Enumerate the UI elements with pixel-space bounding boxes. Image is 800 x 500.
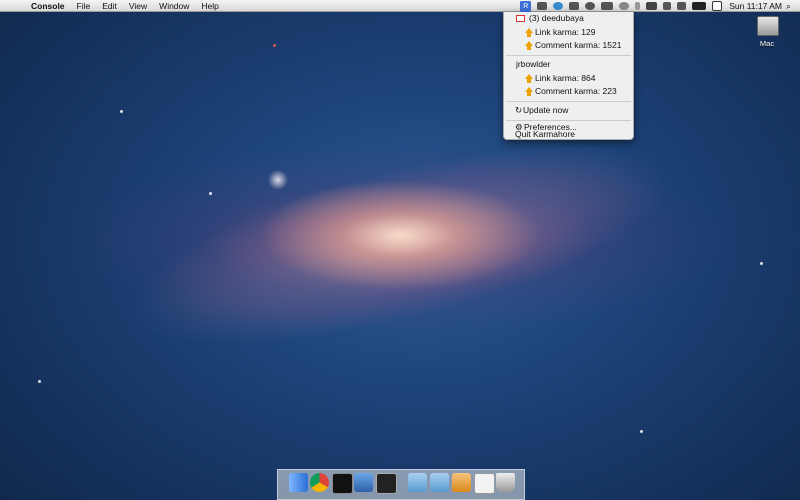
quit-label: Quit Karmahore xyxy=(515,129,575,139)
link-karma-value: Link karma: 129 xyxy=(535,27,596,37)
wallpaper-star xyxy=(760,262,763,265)
account-row-deedubaya[interactable]: (3) deedubaya xyxy=(504,13,633,24)
globe-icon[interactable] xyxy=(553,2,564,10)
hard-drive-label[interactable]: Mac xyxy=(752,39,782,48)
app-menu[interactable]: Console xyxy=(31,1,65,11)
spotlight-search-icon[interactable]: ⌕ xyxy=(786,1,796,12)
wallpaper-star xyxy=(120,110,123,113)
status-area: R Sun 11:17 AM ⌕ xyxy=(517,0,800,12)
menu-help[interactable]: Help xyxy=(201,1,218,11)
update-now-label: Update now xyxy=(523,105,569,115)
chrome-icon[interactable] xyxy=(310,473,329,492)
update-now-item[interactable]: ↻ Update now xyxy=(504,105,633,116)
account-row-jrbowlder[interactable]: jrbowlder xyxy=(504,59,633,70)
menu-separator xyxy=(506,55,631,56)
comment-karma-row[interactable]: Comment karma: 223 xyxy=(504,86,633,97)
trash-icon[interactable] xyxy=(496,473,515,492)
link-karma-row[interactable]: Link karma: 129 xyxy=(504,27,633,38)
terminal-icon[interactable] xyxy=(332,473,353,494)
menu-window[interactable]: Window xyxy=(159,1,189,11)
mail-icon xyxy=(516,15,525,22)
downloads-folder-icon[interactable] xyxy=(430,473,449,492)
keyboard-icon[interactable] xyxy=(677,2,687,10)
bluetooth-icon[interactable] xyxy=(635,2,641,10)
refresh-icon: ↻ xyxy=(515,105,523,115)
karmahore-status-icon[interactable]: R xyxy=(520,0,532,12)
karmahore-menu: (3) deedubaya Link karma: 129 Comment ka… xyxy=(503,12,634,140)
menubar: Console File Edit View Window Help R Sun… xyxy=(0,0,800,12)
quit-item[interactable]: Quit Karmahore xyxy=(504,129,633,139)
karmahore-icon[interactable] xyxy=(452,473,471,492)
volume-icon[interactable] xyxy=(663,2,672,10)
wallpaper-star xyxy=(38,380,41,383)
battery-icon[interactable] xyxy=(692,2,707,10)
wifi-icon[interactable] xyxy=(646,2,658,10)
wallpaper-star xyxy=(273,44,276,47)
link-karma-value: Link karma: 864 xyxy=(535,73,596,83)
copy-icon[interactable] xyxy=(569,2,580,10)
time-machine-icon[interactable] xyxy=(619,2,630,10)
comment-karma-value: Comment karma: 223 xyxy=(535,86,617,96)
wallpaper-galaxy xyxy=(110,104,690,386)
link-karma-row[interactable]: Link karma: 864 xyxy=(504,73,633,84)
input-source-icon[interactable] xyxy=(712,1,723,11)
menu-edit[interactable]: Edit xyxy=(102,1,117,11)
documents-folder-icon[interactable] xyxy=(408,473,427,492)
wallpaper-star xyxy=(209,192,212,195)
xcode-icon[interactable] xyxy=(354,473,373,492)
dropbox-icon[interactable] xyxy=(537,2,548,10)
evernote-icon[interactable] xyxy=(585,2,596,10)
mail-icon[interactable] xyxy=(474,473,495,494)
comment-karma-value: Comment karma: 1521 xyxy=(535,40,622,50)
console-icon[interactable] xyxy=(376,473,397,494)
menu-file[interactable]: File xyxy=(77,1,91,11)
comment-karma-row[interactable]: Comment karma: 1521 xyxy=(504,40,633,51)
menu-separator xyxy=(506,120,631,121)
finder-icon[interactable] xyxy=(289,473,308,492)
wallpaper-star xyxy=(640,430,643,433)
menu-view[interactable]: View xyxy=(129,1,147,11)
menubar-clock[interactable]: Sun 11:17 AM xyxy=(729,1,782,11)
account-name: jrbowlder xyxy=(516,59,551,69)
hard-drive-icon[interactable] xyxy=(757,16,779,36)
battery-monitor-icon[interactable] xyxy=(601,2,614,10)
account-name: (3) deedubaya xyxy=(529,13,584,23)
menu-separator xyxy=(506,101,631,102)
